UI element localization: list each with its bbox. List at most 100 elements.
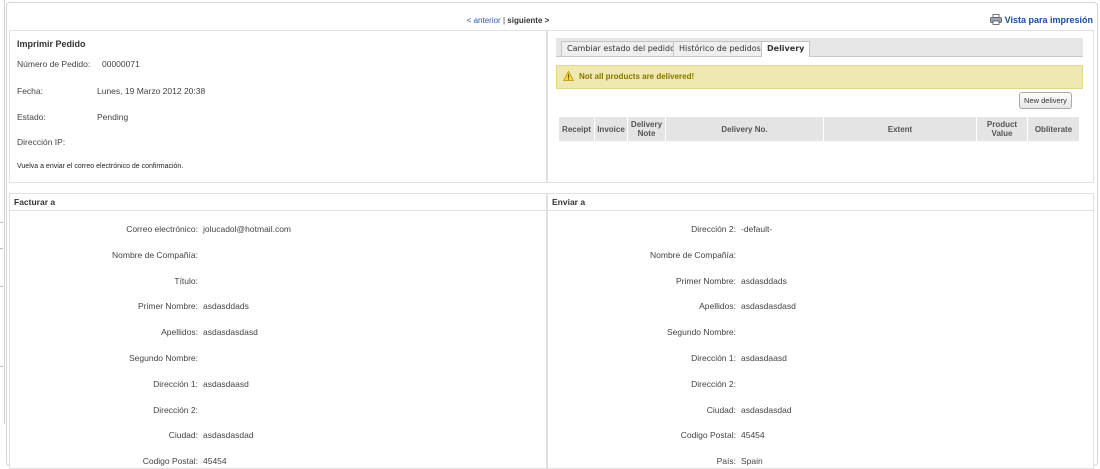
shipping-field: Dirección 2: [548, 379, 1093, 391]
shipping-field: Codigo Postal: 45454 [548, 430, 1093, 442]
print-view-link[interactable]: Vista para impresión [989, 14, 1093, 25]
shipping-field-label: Dirección 2: [691, 224, 736, 234]
billing-field-label: Apellidos: [161, 327, 198, 338]
order-date-row: Fecha: Lunes, 19 Marzo 2012 20:38 [17, 86, 205, 96]
col-invoice[interactable]: Invoice [594, 116, 628, 142]
shipping-field: Segundo Nombre: [548, 327, 1093, 339]
order-status-row: Estado: Pending [17, 112, 128, 122]
warning-icon [563, 71, 574, 81]
order-info-panel: Imprimir Pedido Número de Pedido: 000000… [9, 30, 547, 183]
billing-field: Segundo Nombre: [10, 353, 546, 365]
billing-field: Correo electrónico: jolucadol@hotmail.com [10, 224, 546, 236]
billing-field-value: 45454 [203, 456, 227, 467]
pager-separator: | [502, 16, 506, 25]
sidebar-divider [0, 222, 3, 223]
print-view-label[interactable]: Vista para impresión [1005, 15, 1093, 25]
shipping-field-value: asdasdasdasd [741, 301, 796, 312]
shipping-field-label: Dirección 1: [691, 353, 736, 363]
billing-field: Codigo Postal: 45454 [10, 456, 546, 468]
shipping-field: Nombre de Compañía: [548, 250, 1093, 262]
col-product-value[interactable]: Product Value [976, 116, 1028, 142]
sidebar-divider [0, 248, 3, 249]
billing-field: Dirección 1: asdasdaasd [10, 379, 546, 391]
tab-order-history[interactable]: Histórico de pedidos [673, 41, 767, 56]
billing-field-label: Dirección 1: [153, 378, 198, 389]
shipping-field: Primer Nombre: asdasddads [548, 276, 1093, 288]
shipping-field: Ciudad: asdasdasdad [548, 405, 1093, 417]
order-ip-label: Dirección IP: [17, 137, 66, 147]
tab-delivery[interactable]: Delivery [761, 41, 811, 57]
col-obliterate[interactable]: Obliterate [1027, 116, 1080, 142]
shipping-field-value: asdasdaasd [741, 353, 787, 363]
left-sidebar-edge [0, 0, 5, 424]
order-number-row: Número de Pedido: 00000071 [17, 59, 140, 69]
col-delivery-note[interactable]: Delivery Note [627, 116, 666, 142]
order-date-label: Fecha: [17, 86, 43, 96]
shipping-field-label: País: [716, 456, 736, 467]
billing-field: Nombre de Compañía: [10, 250, 546, 262]
order-number-label: Número de Pedido: [17, 59, 91, 69]
delivery-table-header: Receipt Invoice Delivery Note Delivery N… [558, 116, 1080, 142]
order-status-label: Estado: [17, 112, 46, 122]
billing-field: Dirección 2: [10, 405, 546, 417]
order-detail-frame: < anterior | siguiente > Vista para impr… [6, 2, 1098, 469]
shipping-field-label: Apellidos: [699, 301, 736, 312]
billing-field-value: jolucadol@hotmail.com [203, 224, 292, 234]
sidebar-divider [0, 286, 3, 287]
shipping-field-label: Segundo Nombre: [667, 327, 736, 338]
billing-field: Apellidos: asdasdasdasd [10, 327, 546, 339]
order-date-value: Lunes, 19 Marzo 2012 20:38 [97, 86, 206, 96]
billing-field: Primer Nombre: asdasddads [10, 301, 546, 313]
previous-order-link[interactable]: < anterior [467, 16, 501, 25]
shipping-field: País: Spain [548, 456, 1093, 468]
printer-icon [989, 14, 1002, 25]
order-number-value: 00000071 [102, 59, 140, 69]
order-status-value: Pending [97, 112, 129, 122]
billing-field-label: Correo electrónico: [126, 224, 198, 234]
shipping-field-value: 45454 [741, 430, 765, 441]
col-extent[interactable]: Extent [823, 116, 977, 142]
shipping-field-label: Dirección 2: [691, 378, 736, 389]
order-ip-row: Dirección IP: [17, 137, 65, 147]
shipping-field-value: Spain [741, 456, 763, 467]
billing-field-label: Título: [174, 275, 198, 286]
sidebar-divider [0, 366, 3, 367]
billing-field-value: asdasdasdasd [203, 327, 258, 338]
shipping-field-label: Nombre de Compañía: [650, 249, 736, 260]
shipping-field-label: Ciudad: [706, 404, 736, 415]
col-receipt[interactable]: Receipt [558, 116, 595, 142]
new-delivery-button[interactable]: New delivery [1019, 92, 1072, 109]
billing-address-panel: Facturar a Correo electrónico: jolucadol@… [9, 193, 547, 469]
order-tabs-panel: Cambiar estado del pedido Histórico de p… [547, 30, 1094, 183]
billing-title: Facturar a [10, 194, 546, 211]
billing-field-label: Nombre de Compañía: [112, 249, 198, 260]
shipping-field: Apellidos: asdasdasdasd [548, 301, 1093, 313]
shipping-field: Dirección 2: -default- [548, 224, 1093, 236]
billing-field: Ciudad: asdasdasdad [10, 430, 546, 442]
delivery-warning-text: Not all products are delivered! [579, 72, 695, 81]
order-pager: < anterior | siguiente > [7, 16, 1009, 25]
tab-bar: Cambiar estado del pedido Histórico de p… [556, 38, 1083, 57]
shipping-field-label: Primer Nombre: [676, 275, 736, 286]
billing-field-label: Codigo Postal: [142, 456, 198, 467]
billing-field-value: asdasdaasd [203, 378, 249, 389]
delivery-table: Receipt Invoice Delivery Note Delivery N… [558, 116, 1080, 142]
shipping-title: Enviar a [548, 194, 1093, 211]
shipping-field-value: asdasdasdad [741, 404, 792, 415]
order-panel-title: Imprimir Pedido [17, 39, 86, 49]
shipping-field-value: -default- [741, 224, 773, 234]
billing-field-label: Ciudad: [168, 430, 198, 441]
col-delivery-no[interactable]: Delivery No. [665, 116, 824, 142]
billing-field-label: Segundo Nombre: [129, 353, 198, 363]
shipping-field: Dirección 1: asdasdaasd [548, 353, 1093, 365]
delivery-warning: Not all products are delivered! [556, 65, 1083, 89]
shipping-field-label: Codigo Postal: [680, 430, 736, 441]
shipping-address-panel: Enviar a Dirección 2: -default- Nombre de … [547, 193, 1094, 469]
billing-field-value: asdasddads [203, 301, 249, 312]
billing-field: Título: [10, 276, 546, 288]
next-order-link[interactable]: siguiente > [507, 16, 549, 25]
billing-field-value: asdasdasdad [203, 430, 254, 441]
tab-change-status[interactable]: Cambiar estado del pedido [561, 41, 681, 56]
billing-field-label: Primer Nombre: [138, 301, 198, 312]
resend-confirmation-link[interactable]: Vuelva a enviar el correo electrónico de… [17, 163, 183, 170]
